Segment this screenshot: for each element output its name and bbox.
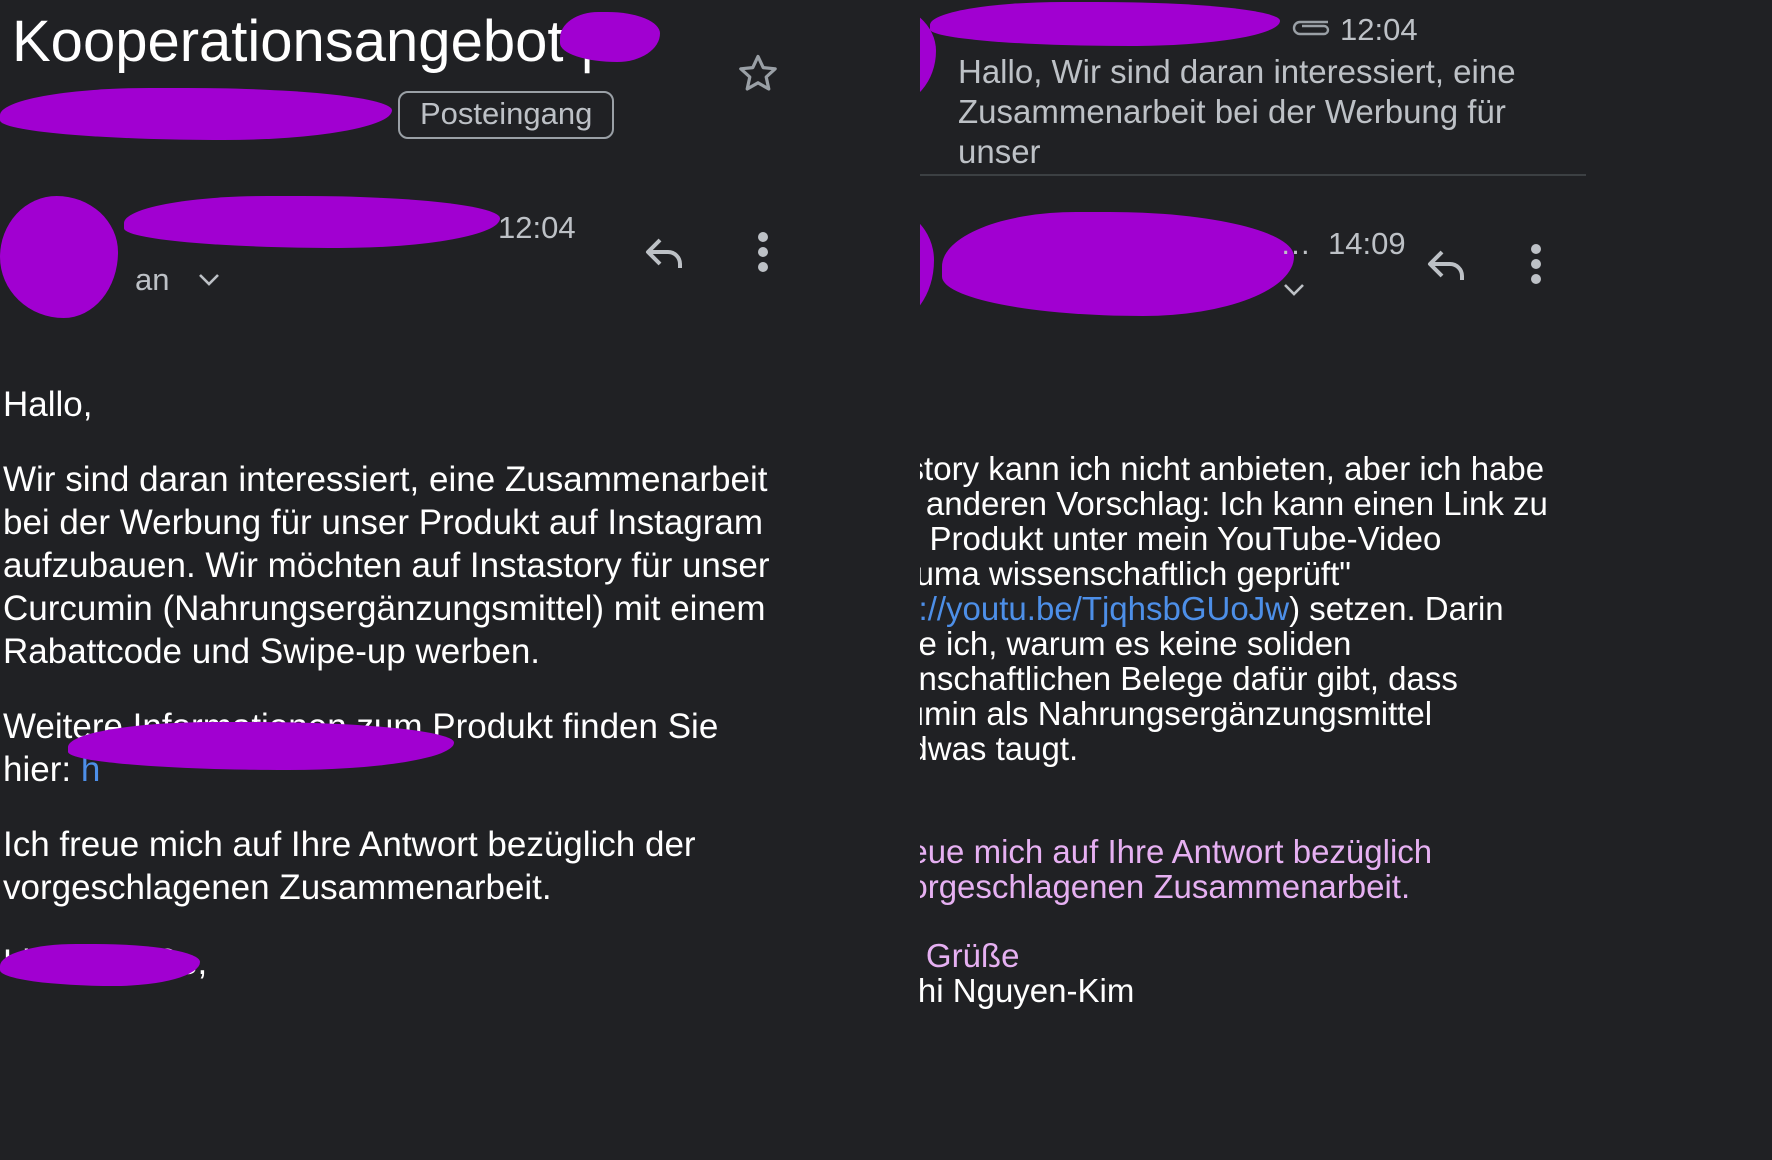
sender-name-redacted — [930, 2, 1280, 46]
recipient-details-toggle[interactable]: an — [135, 262, 219, 298]
sender-name-redacted — [124, 196, 500, 248]
more-vert-icon[interactable] — [1516, 240, 1556, 288]
body-paragraph: Ich freue mich auf Ihre Antwort bezüglic… — [3, 825, 696, 907]
closing-text: Liebe Grüße — [920, 937, 1020, 974]
collapsed-message-time: 12:04 — [1340, 12, 1418, 47]
recipient-prefix: an — [135, 262, 170, 297]
quoted-text: Ich freue mich auf Ihre Antwort bezüglic… — [920, 833, 1433, 905]
message-time: 12:04 — [498, 210, 576, 245]
left-email-view: Kooperationsangebot | P Posteingang 12:0… — [0, 0, 920, 1160]
label-chip-posteingang[interactable]: Posteingang — [398, 91, 615, 139]
redaction-mark — [560, 12, 660, 62]
truncation-ellipsis: … — [1280, 226, 1311, 261]
reply-message-body: Hallo, Instastory kann ich nicht anbiete… — [920, 382, 1596, 1008]
chevron-down-icon — [199, 274, 219, 286]
message-divider — [920, 174, 1586, 176]
redaction-mark — [0, 88, 392, 140]
reply-icon[interactable] — [1422, 240, 1470, 288]
body-paragraph: Wir sind daran interessiert, eine Zusamm… — [3, 460, 770, 671]
greeting-text: Hallo, — [3, 385, 93, 424]
redaction-mark — [68, 722, 454, 770]
signature-text: Mai Thi Nguyen-Kim — [920, 972, 1135, 1009]
reply-icon[interactable] — [640, 228, 688, 276]
youtube-link[interactable]: https://youtu.be/TjqhsbGUoJw — [920, 590, 1289, 627]
sender-avatar[interactable] — [920, 206, 934, 324]
signature-redacted — [0, 944, 200, 986]
sender-name-redacted — [942, 212, 1294, 316]
sender-avatar[interactable] — [0, 196, 118, 318]
collapsed-message-preview[interactable]: Hallo, Wir sind daran interessiert, eine… — [958, 52, 1558, 172]
chevron-down-icon[interactable] — [1282, 282, 1306, 298]
greeting-text: Hallo, — [920, 382, 1596, 417]
message-body: Hallo, Wir sind daran interessiert, eine… — [3, 380, 903, 984]
attachment-icon — [1292, 20, 1330, 36]
right-email-view: 12:04 Hallo, Wir sind daran interessiert… — [920, 0, 1772, 1160]
reply-message-time: 14:09 — [1328, 226, 1406, 261]
more-vert-icon[interactable] — [743, 228, 783, 276]
reply-paragraph: Instastory kann ich nicht anbieten, aber… — [920, 451, 1556, 766]
email-subject: Kooperationsangebot | P — [12, 9, 650, 74]
star-icon[interactable] — [734, 50, 782, 98]
